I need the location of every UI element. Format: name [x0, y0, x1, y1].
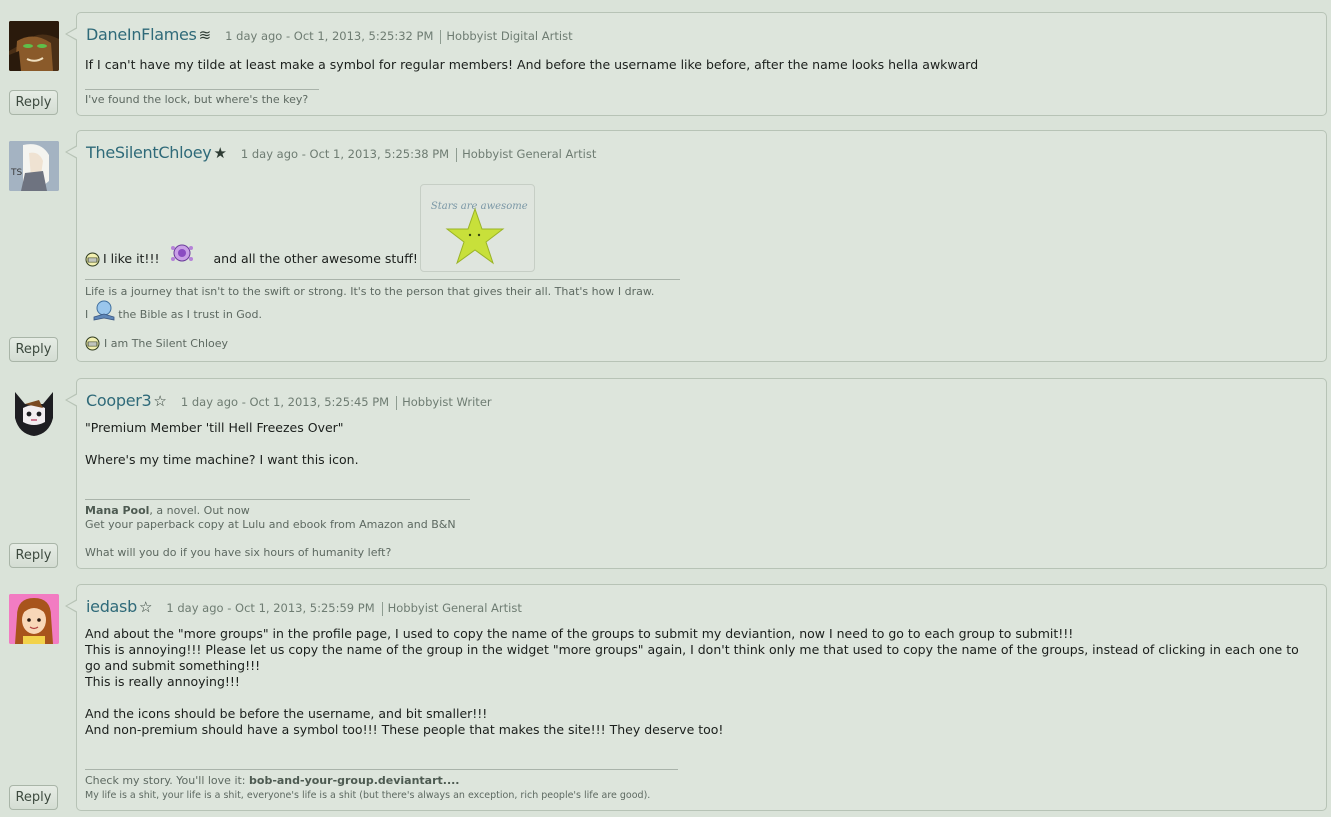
- avatar[interactable]: [9, 594, 59, 644]
- comment-bubble: iedasb ☆ 1 day ago - Oct 1, 2013, 5:25:5…: [65, 584, 1327, 811]
- user-role: Hobbyist General Artist: [387, 601, 522, 615]
- comment-line: This is really annoying!!!: [85, 674, 240, 689]
- comment-header: iedasb ☆ 1 day ago - Oct 1, 2013, 5:25:5…: [86, 597, 522, 616]
- signature-divider: [85, 769, 678, 770]
- reply-button[interactable]: Reply: [9, 785, 58, 810]
- comment-line: This is annoying!!! Please let us copy t…: [85, 642, 1299, 673]
- comment-line: And the icons should be before the usern…: [85, 706, 488, 721]
- signature-link[interactable]: bob-and-your-group.deviantart....: [249, 774, 459, 787]
- comment-line: And about the "more groups" in the profi…: [85, 626, 1074, 641]
- divider: [381, 602, 383, 616]
- signature: My life is a shit, your life is a shit, …: [85, 790, 651, 801]
- signature: Check my story. You'll love it: bob-and-…: [85, 774, 459, 788]
- username-link[interactable]: iedasb: [86, 597, 137, 616]
- comment-body: And about the "more groups" in the profi…: [85, 626, 1316, 738]
- star-outline-icon: ☆: [138, 598, 153, 616]
- comment-iedasb: Reply iedasb ☆ 1 day ago - Oct 1, 2013, …: [0, 0, 1331, 817]
- signature-text: Check my story. You'll love it:: [85, 774, 246, 787]
- comment-line: And non-premium should have a symbol too…: [85, 722, 724, 737]
- timestamp[interactable]: 1 day ago - Oct 1, 2013, 5:25:59 PM: [166, 601, 374, 616]
